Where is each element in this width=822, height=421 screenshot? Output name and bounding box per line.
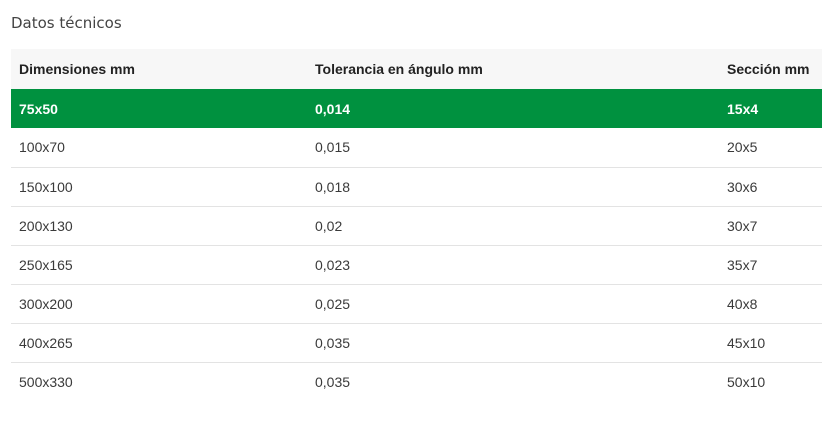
cell-dimensions: 100x70 [11,128,307,168]
table-row: 75x50 0,014 15x4 [11,89,822,128]
header-row: Dimensiones mm Tolerancia en ángulo mm S… [11,49,822,89]
column-header-dimensions: Dimensiones mm [11,49,307,89]
table-row: 500x330 0,035 50x10 [11,362,822,401]
cell-dimensions: 300x200 [11,284,307,324]
table-row: 200x130 0,02 30x7 [11,206,822,246]
table-row: 300x200 0,025 40x8 [11,284,822,324]
table-body: 75x50 0,014 15x4 100x70 0,015 20x5 150x1… [11,89,822,401]
cell-tolerance: 0,025 [307,284,719,324]
table-row: 100x70 0,015 20x5 [11,128,822,168]
table-row: 250x165 0,023 35x7 [11,245,822,285]
table-header: Dimensiones mm Tolerancia en ángulo mm S… [11,49,822,89]
cell-tolerance: 0,023 [307,245,719,285]
column-header-tolerance: Tolerancia en ángulo mm [307,49,719,89]
cell-section: 20x5 [719,128,822,168]
cell-tolerance: 0,035 [315,373,351,390]
cell-tolerance: 0,014 [307,89,719,128]
cell-section: 35x7 [719,245,822,285]
cell-section: 40x8 [719,284,822,324]
cell-section: 15x4 [719,89,822,128]
section-title: Datos técnicos [11,14,122,32]
cell-section: 50x10 [727,373,766,390]
cell-dimensions: 250x165 [11,245,307,285]
cell-tolerance: 0,035 [307,323,719,363]
cell-dimensions: 75x50 [11,89,307,128]
cell-dimensions: 150x100 [11,167,307,207]
cell-dimensions: 400x265 [11,323,307,363]
table-row: 400x265 0,035 45x10 [11,323,822,363]
table-row: 150x100 0,018 30x6 [11,167,822,207]
cell-section: 30x7 [719,206,822,246]
cell-tolerance: 0,018 [307,167,719,207]
cell-section: 30x6 [719,167,822,207]
column-header-section: Sección mm [719,49,822,89]
technical-data-table: Dimensiones mm Tolerancia en ángulo mm S… [11,49,822,401]
cell-dimensions: 200x130 [11,206,307,246]
cell-tolerance: 0,015 [307,128,719,168]
cell-tolerance: 0,02 [307,206,719,246]
cell-section: 45x10 [719,323,822,363]
cell-dimensions: 500x330 [19,373,73,390]
